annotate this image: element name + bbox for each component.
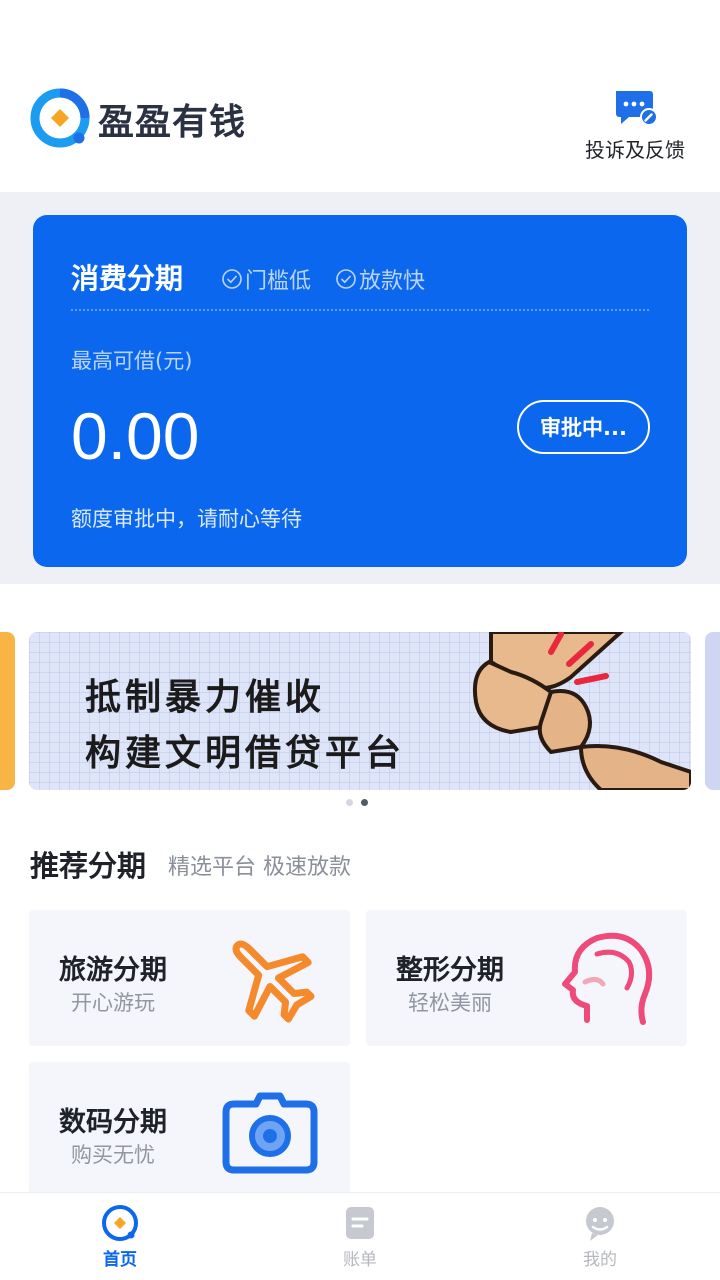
tag-fast-loan: 放款快	[335, 263, 425, 295]
tag-label: 放款快	[359, 269, 426, 294]
banner-carousel[interactable]: 抵制暴力催收 构建文明借贷平台	[0, 632, 720, 792]
card-title: 消费分期	[71, 262, 184, 295]
tab-profile[interactable]: 我的	[480, 1193, 720, 1280]
carousel-dot-active[interactable]	[361, 799, 368, 806]
max-amount-value: 0.00	[71, 399, 200, 473]
recommend-subtitle: 精选平台 极速放款	[168, 855, 351, 880]
fist-bump-illustration	[472, 632, 691, 790]
bottom-tab-bar: 首页 账单 我的	[0, 1192, 720, 1280]
credit-card: 消费分期 门槛低 放款快 最高可借(元) 0.00 审批中... 额度审批中，请…	[33, 215, 687, 567]
tile-title: 旅游分期	[59, 955, 167, 986]
tag-label: 门槛低	[245, 269, 312, 294]
approval-status-button[interactable]: 审批中...	[517, 400, 650, 454]
banner-prev-peek	[0, 632, 15, 790]
max-amount-label: 最高可借(元)	[71, 349, 193, 373]
banner-text-line1: 抵制暴力催收	[85, 676, 326, 718]
feedback-label: 投诉及反馈	[585, 138, 685, 162]
carousel-indicator	[346, 799, 368, 806]
travel-installment-card[interactable]: 旅游分期 开心游玩	[29, 910, 350, 1046]
logo-icon	[30, 88, 90, 148]
complaint-feedback-button[interactable]: 投诉及反馈	[580, 88, 690, 163]
digital-installment-card[interactable]: 数码分期 购买无忧	[29, 1062, 350, 1198]
carousel-dot[interactable]	[346, 799, 353, 806]
card-divider	[71, 309, 649, 311]
bill-icon	[346, 1207, 374, 1239]
banner-slide[interactable]: 抵制暴力催收 构建文明借贷平台	[29, 632, 691, 790]
tab-home[interactable]: 首页	[0, 1193, 240, 1280]
tab-label: 首页	[103, 1250, 137, 1270]
check-circle-icon	[336, 269, 356, 289]
tile-title: 整形分期	[396, 955, 504, 986]
app-name: 盈盈有钱	[98, 102, 247, 143]
check-circle-icon	[222, 269, 242, 289]
tab-bill[interactable]: 账单	[240, 1193, 480, 1280]
camera-icon	[222, 1092, 318, 1174]
app-logo: 盈盈有钱	[30, 88, 246, 150]
banner-next-peek	[705, 632, 720, 790]
tile-title: 数码分期	[59, 1107, 167, 1138]
approval-wait-text: 额度审批中，请耐心等待	[71, 507, 302, 531]
header: 盈盈有钱 投诉及反馈	[0, 0, 720, 192]
tile-subtitle: 购买无忧	[71, 1143, 155, 1167]
feedback-chat-icon	[616, 91, 657, 126]
cosmetic-installment-card[interactable]: 整形分期 轻松美丽	[366, 910, 687, 1046]
home-icon	[102, 1205, 138, 1241]
tab-label: 账单	[343, 1250, 377, 1270]
tag-low-threshold: 门槛低	[221, 263, 311, 295]
banner-text-line2: 构建文明借贷平台	[85, 732, 406, 774]
face-profile-icon	[562, 932, 653, 1025]
profile-icon	[586, 1207, 614, 1241]
tab-label: 我的	[583, 1250, 617, 1270]
airplane-icon	[232, 940, 315, 1023]
tile-subtitle: 开心游玩	[71, 991, 155, 1015]
tile-subtitle: 轻松美丽	[408, 991, 492, 1015]
recommend-title: 推荐分期	[30, 849, 147, 883]
